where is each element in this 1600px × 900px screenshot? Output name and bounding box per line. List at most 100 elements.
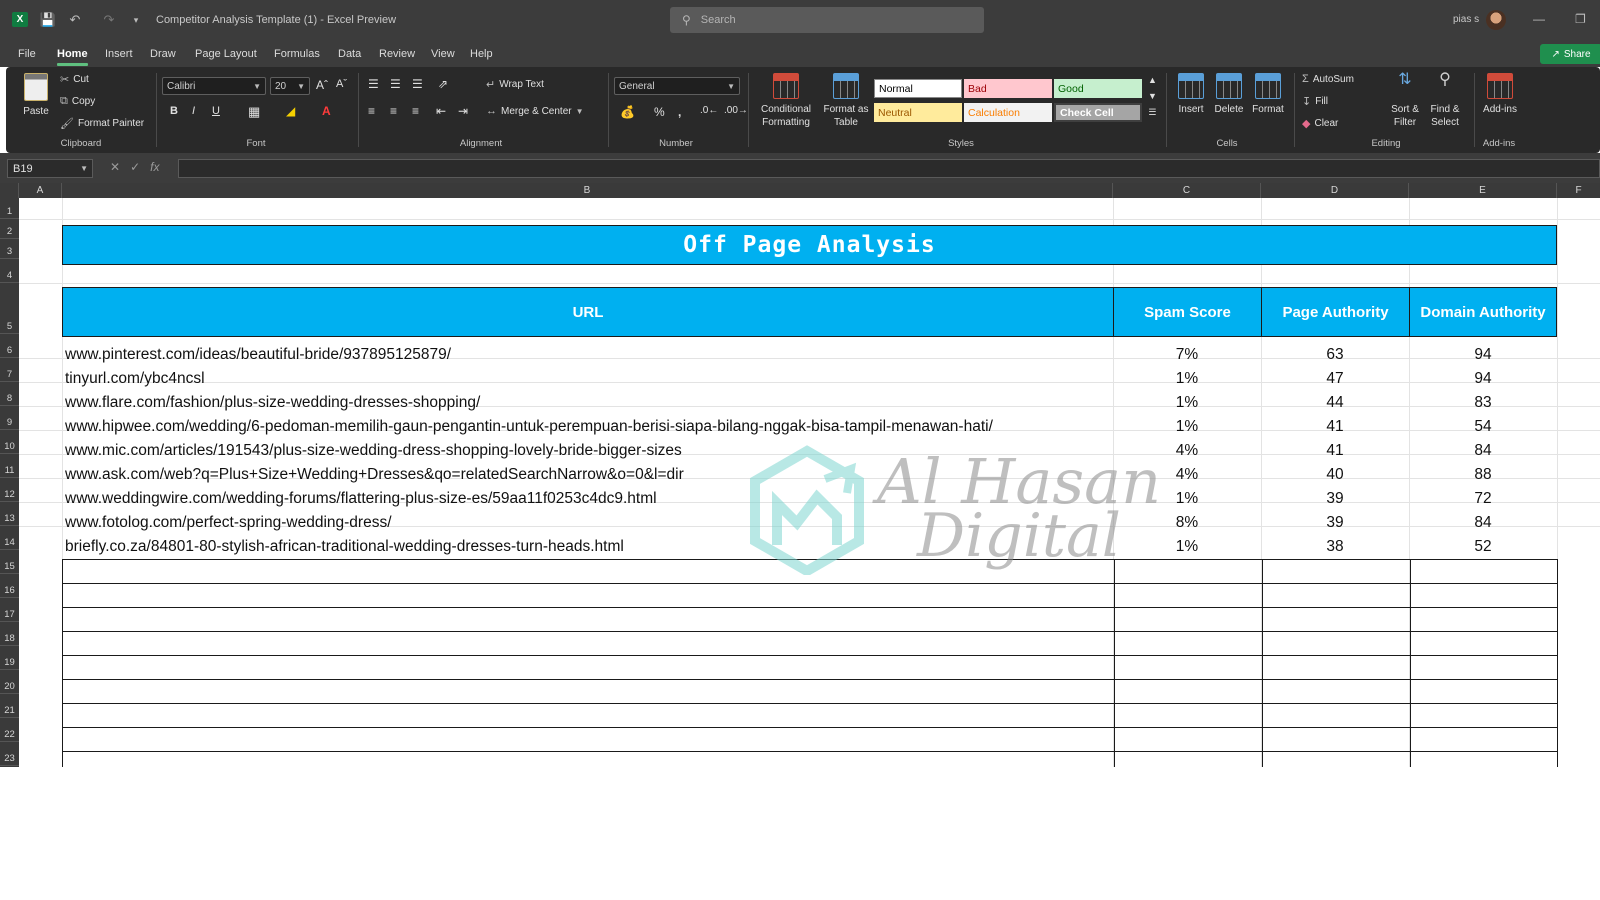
align-center-icon[interactable]: ≡: [390, 104, 397, 118]
align-right-icon[interactable]: ≡: [412, 104, 419, 118]
domain-authority-cell[interactable]: 84: [1409, 439, 1557, 463]
style-normal[interactable]: Normal: [874, 79, 962, 98]
bold-icon[interactable]: B: [170, 105, 178, 117]
addins-button[interactable]: Add-ins: [1480, 73, 1520, 116]
tab-page-layout[interactable]: Page Layout: [195, 48, 257, 60]
format-painter-button[interactable]: 🖌 Format Painter: [60, 117, 144, 130]
merge-center-button[interactable]: ↔ Merge & Center ▼: [486, 105, 584, 117]
column-header-d[interactable]: D: [1261, 183, 1409, 198]
spreadsheet-grid[interactable]: A B C D E F 1 2 3 4 5 6 7 8 9 10 11 12 1…: [0, 183, 1600, 767]
page-authority-cell[interactable]: 40: [1261, 463, 1409, 487]
insert-function-icon[interactable]: fx: [150, 160, 159, 174]
spam-score-cell[interactable]: 1%: [1113, 415, 1261, 439]
tab-review[interactable]: Review: [379, 48, 415, 60]
header-domain-authority[interactable]: Domain Authority: [1409, 287, 1557, 337]
align-top-icon[interactable]: ☰: [368, 77, 379, 91]
row-header[interactable]: 19: [0, 646, 19, 670]
increase-indent-icon[interactable]: ⇥: [458, 104, 468, 118]
page-authority-cell[interactable]: 44: [1261, 391, 1409, 415]
column-header-a[interactable]: A: [19, 183, 62, 198]
italic-icon[interactable]: I: [192, 105, 195, 117]
url-cell[interactable]: tinyurl.com/ybc4ncsl: [65, 367, 1105, 391]
redo-icon[interactable]: ↷: [98, 11, 120, 29]
domain-authority-cell[interactable]: 54: [1409, 415, 1557, 439]
save-icon[interactable]: 💾: [40, 11, 56, 29]
url-cell[interactable]: www.flare.com/fashion/plus-size-wedding-…: [65, 391, 1105, 415]
header-page-authority[interactable]: Page Authority: [1261, 287, 1410, 337]
font-size-dropdown[interactable]: 20 ▼: [270, 77, 310, 95]
domain-authority-cell[interactable]: 72: [1409, 487, 1557, 511]
page-authority-cell[interactable]: 41: [1261, 439, 1409, 463]
spam-score-cell[interactable]: 4%: [1113, 463, 1261, 487]
tab-insert[interactable]: Insert: [105, 48, 133, 60]
find-select-button[interactable]: ⚲ Find & Select: [1424, 72, 1466, 129]
row-header[interactable]: 10: [0, 430, 19, 454]
row-header[interactable]: 9: [0, 406, 19, 430]
row-header[interactable]: 22: [0, 718, 19, 742]
style-good[interactable]: Good: [1054, 79, 1142, 98]
page-authority-cell[interactable]: 39: [1261, 487, 1409, 511]
spam-score-cell[interactable]: 4%: [1113, 439, 1261, 463]
domain-authority-cell[interactable]: 52: [1409, 535, 1557, 559]
autosum-button[interactable]: Σ AutoSum: [1302, 73, 1354, 85]
row-header[interactable]: 12: [0, 478, 19, 502]
decrease-indent-icon[interactable]: ⇤: [436, 104, 446, 118]
row-header[interactable]: 17: [0, 598, 19, 622]
page-authority-cell[interactable]: 38: [1261, 535, 1409, 559]
url-cell[interactable]: www.hipwee.com/wedding/6-pedoman-memilih…: [65, 415, 1105, 439]
domain-authority-cell[interactable]: 84: [1409, 511, 1557, 535]
sort-filter-button[interactable]: ⇅ Sort & Filter: [1386, 72, 1424, 129]
row-header[interactable]: 2: [0, 219, 19, 239]
styles-scroll-icon[interactable]: ▲ ▼ ☰: [1148, 75, 1157, 118]
orientation-icon[interactable]: ⇗: [438, 77, 448, 91]
row-header[interactable]: 15: [0, 550, 19, 574]
row-header[interactable]: 18: [0, 622, 19, 646]
page-authority-cell[interactable]: 39: [1261, 511, 1409, 535]
column-header-b[interactable]: B: [62, 183, 1113, 198]
url-cell[interactable]: www.fotolog.com/perfect-spring-wedding-d…: [65, 511, 1105, 535]
grow-font-icon[interactable]: Aˆ: [316, 78, 328, 92]
underline-icon[interactable]: U: [212, 105, 220, 117]
style-calculation[interactable]: Calculation: [964, 103, 1052, 122]
url-cell[interactable]: www.weddingwire.com/wedding-forums/flatt…: [65, 487, 1105, 511]
row-header[interactable]: 6: [0, 334, 19, 358]
row-header[interactable]: 14: [0, 526, 19, 550]
increase-decimal-icon[interactable]: .0←: [700, 105, 718, 116]
copy-button[interactable]: ⧉ Copy: [60, 95, 95, 108]
avatar[interactable]: [1486, 10, 1506, 30]
align-middle-icon[interactable]: ☰: [390, 77, 401, 91]
style-check-cell[interactable]: Check Cell: [1054, 103, 1142, 122]
domain-authority-cell[interactable]: 94: [1409, 367, 1557, 391]
spam-score-cell[interactable]: 1%: [1113, 535, 1261, 559]
decrease-decimal-icon[interactable]: .00→: [724, 105, 748, 116]
clear-button[interactable]: ◆ Clear: [1302, 117, 1338, 130]
column-header-f[interactable]: F: [1557, 183, 1600, 198]
align-left-icon[interactable]: ≡: [368, 104, 375, 118]
delete-cells-button[interactable]: Delete: [1210, 73, 1248, 116]
header-url[interactable]: URL: [62, 287, 1114, 337]
column-header-e[interactable]: E: [1409, 183, 1557, 198]
row-header[interactable]: 13: [0, 502, 19, 526]
number-format-dropdown[interactable]: General ▼: [614, 77, 740, 95]
row-header[interactable]: 8: [0, 382, 19, 406]
domain-authority-cell[interactable]: 88: [1409, 463, 1557, 487]
domain-authority-cell[interactable]: 83: [1409, 391, 1557, 415]
row-header[interactable]: 20: [0, 670, 19, 694]
style-bad[interactable]: Bad: [964, 79, 1052, 98]
cut-button[interactable]: ✂ Cut: [60, 73, 89, 86]
user-name[interactable]: pias s: [1453, 14, 1479, 25]
url-cell[interactable]: www.pinterest.com/ideas/beautiful-bride/…: [65, 343, 1105, 367]
column-header-c[interactable]: C: [1113, 183, 1261, 198]
share-button[interactable]: ↗ Share: [1540, 44, 1600, 64]
comma-style-icon[interactable]: ,: [678, 105, 681, 119]
empty-table-area[interactable]: [62, 559, 1558, 767]
row-header[interactable]: 16: [0, 574, 19, 598]
spam-score-cell[interactable]: 1%: [1113, 391, 1261, 415]
row-header[interactable]: 3: [0, 239, 19, 259]
tab-file[interactable]: File: [18, 48, 36, 60]
search-input[interactable]: ⚲ Search: [670, 7, 984, 33]
sheet-title[interactable]: Off Page Analysis: [62, 225, 1557, 265]
wrap-text-button[interactable]: ↵ Wrap Text: [486, 78, 544, 91]
undo-icon[interactable]: ↶: [64, 11, 86, 29]
conditional-formatting-button[interactable]: Conditional Formatting: [754, 73, 818, 129]
